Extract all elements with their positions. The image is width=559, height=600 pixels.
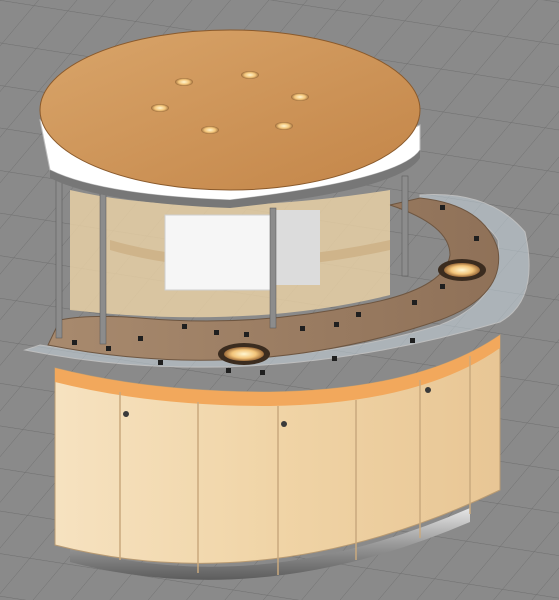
kiosk-render bbox=[0, 0, 559, 600]
interior-panel bbox=[164, 214, 276, 291]
canopy-top bbox=[39, 29, 421, 191]
3d-viewport[interactable] bbox=[0, 0, 559, 600]
interior-panel-right bbox=[275, 210, 320, 285]
